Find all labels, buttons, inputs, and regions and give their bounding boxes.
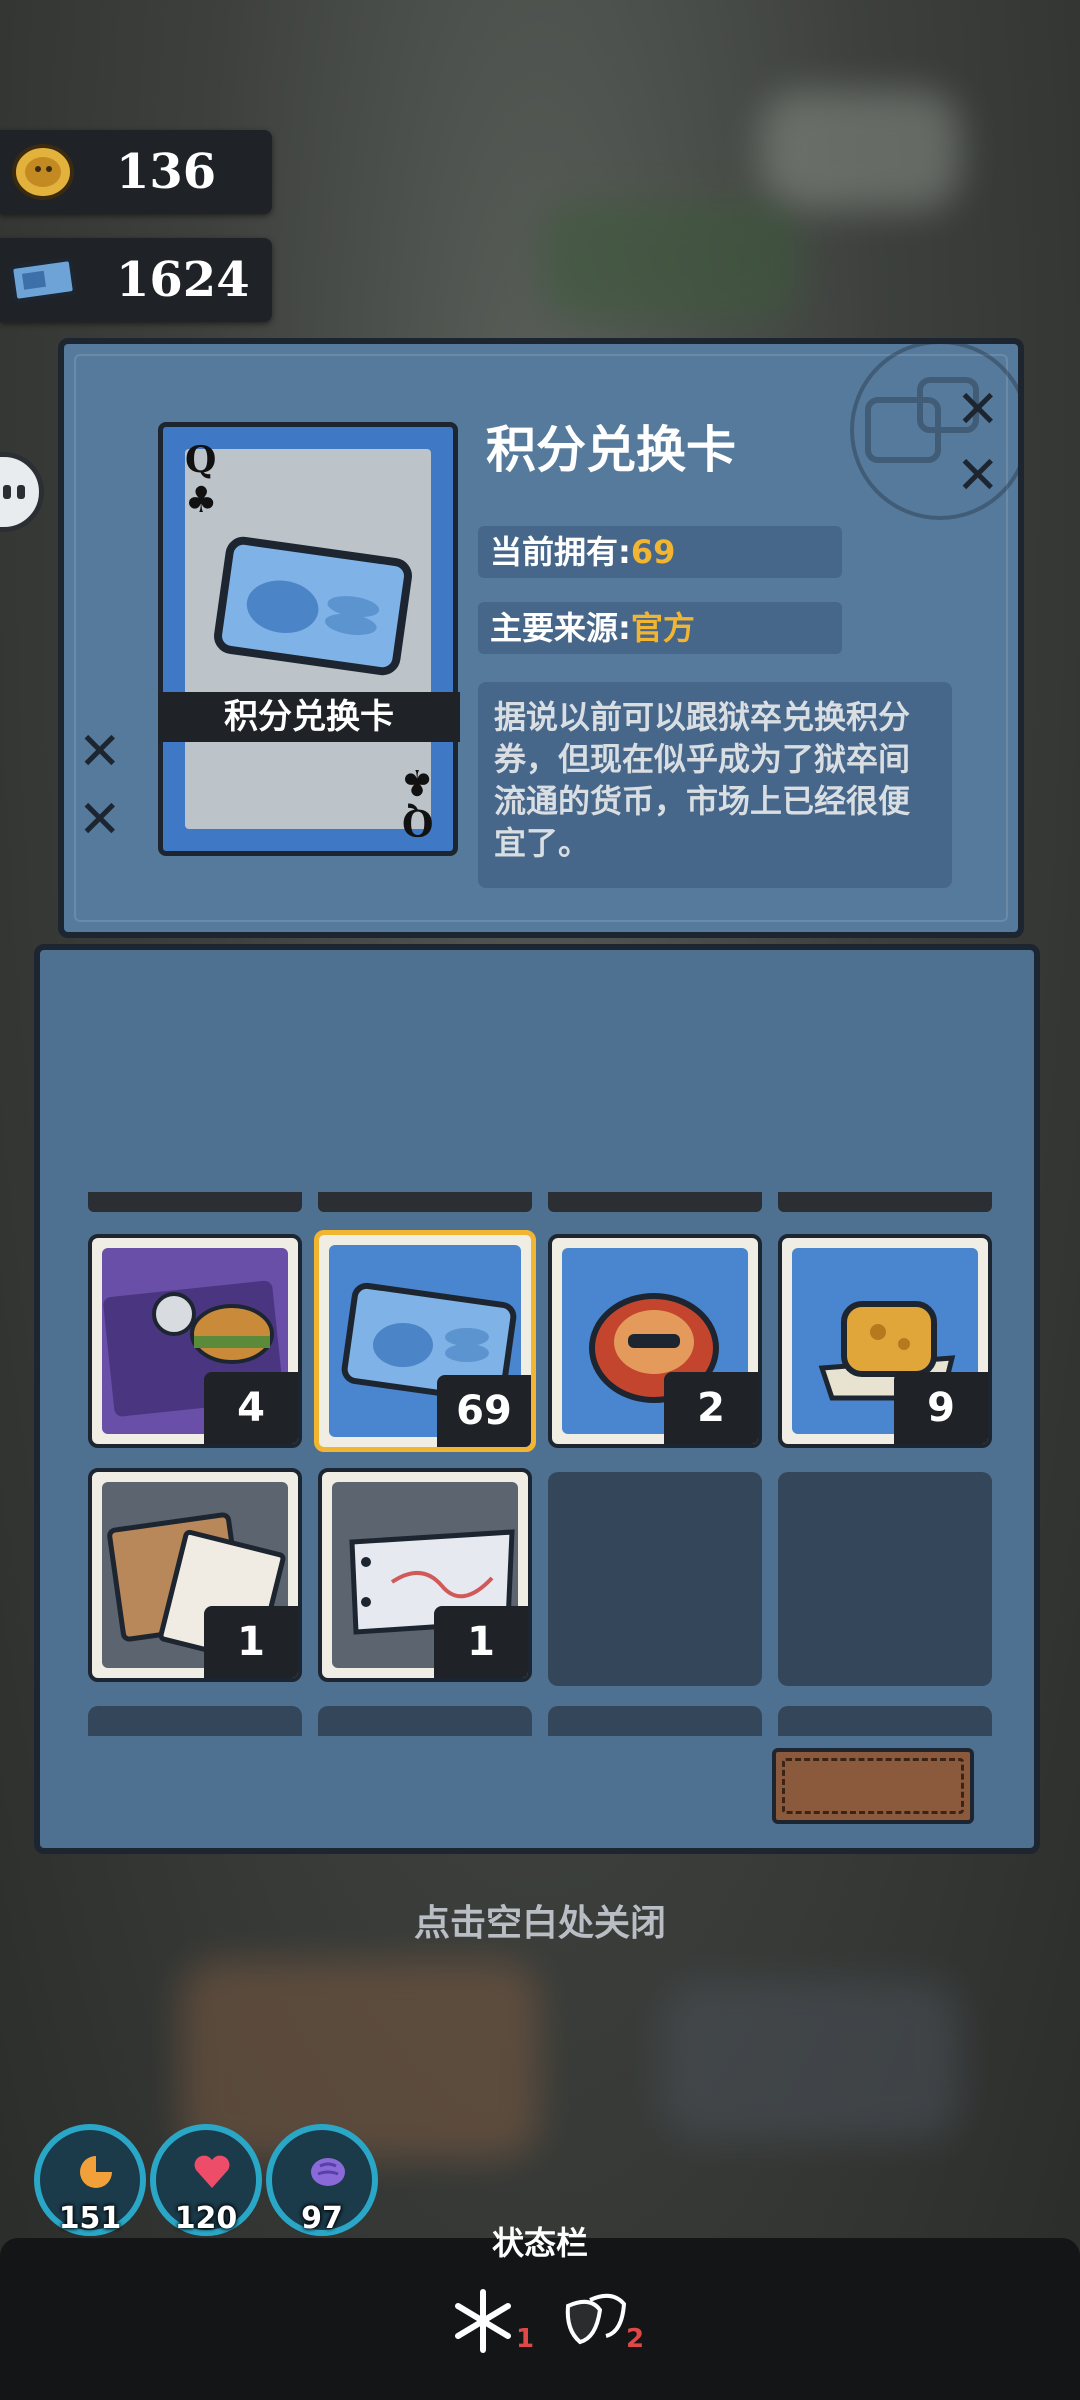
coin-count: 136: [116, 144, 217, 200]
item-description: 据说以前可以跟狱卒兑换积分券，但现在似乎成为了狱卒间流通的货币，市场上已经很便宜…: [478, 682, 952, 888]
side-menu-button[interactable]: [0, 452, 44, 532]
hunger-icon: [80, 2156, 112, 2188]
item-count: 1: [434, 1606, 528, 1678]
background-shape: [180, 1960, 540, 2160]
status-bar-label: 状态栏: [491, 2224, 588, 2262]
owned-label: 当前拥有:: [490, 533, 631, 571]
credit-card-icon: [214, 536, 412, 676]
club-suit-icon: ♣: [185, 479, 218, 521]
empty-slot[interactable]: [318, 1706, 532, 1736]
item-card: Q ♣ ♣ Q: [158, 422, 458, 856]
partial-slot[interactable]: [318, 1192, 532, 1212]
item-title: 积分兑换卡: [486, 421, 736, 479]
ticket-count: 1624: [116, 252, 250, 308]
owned-value: 69: [630, 533, 676, 571]
ticket-counter: 1624: [0, 238, 272, 322]
source-row: 主要来源:官方: [478, 602, 842, 654]
inventory-slot[interactable]: 1: [318, 1468, 532, 1682]
inventory-slot[interactable]: 9: [778, 1234, 992, 1448]
owned-row: 当前拥有:69: [478, 526, 842, 578]
x-mark-icon: ✕: [78, 790, 122, 850]
x-mark-icon: ✕: [78, 722, 122, 782]
item-count: 2: [664, 1372, 758, 1444]
partial-slot[interactable]: [548, 1192, 762, 1212]
empty-slot[interactable]: [548, 1472, 762, 1686]
snowflake-count: 1: [516, 2324, 535, 2354]
wood-action-button[interactable]: [772, 1748, 974, 1824]
brain-icon: [311, 2158, 345, 2186]
snowflake-icon[interactable]: [448, 2286, 518, 2356]
close-hint-text[interactable]: 点击空白处关闭: [0, 1894, 1080, 1946]
heart-icon: [194, 2155, 230, 2188]
empty-slot[interactable]: [548, 1706, 762, 1736]
partial-slot[interactable]: [88, 1192, 302, 1212]
card-name-label: 积分兑换卡: [158, 692, 460, 742]
item-count: 4: [204, 1372, 298, 1444]
inventory-slot[interactable]: 1: [88, 1468, 302, 1682]
card-rank-top: Q: [185, 439, 217, 481]
inventory-slot[interactable]: 2: [548, 1234, 762, 1448]
item-count: 9: [894, 1372, 988, 1444]
empty-slot[interactable]: [778, 1706, 992, 1736]
source-label: 主要来源:: [490, 609, 631, 647]
club-suit-icon: ♣: [400, 761, 433, 803]
item-card-face: [185, 449, 431, 829]
empty-slot[interactable]: [778, 1472, 992, 1686]
coin-counter: 136: [0, 130, 272, 214]
inventory-slot-selected[interactable]: 69: [314, 1230, 536, 1452]
coin-icon: [8, 141, 78, 203]
theater-mask-icon[interactable]: [560, 2286, 630, 2356]
item-count: 69: [437, 1375, 531, 1447]
ticket-icon: [8, 249, 78, 311]
background-shape: [540, 200, 800, 320]
theater-mask-count: 2: [626, 2324, 645, 2354]
item-count: 1: [204, 1606, 298, 1678]
source-value: 官方: [630, 609, 695, 647]
empty-slot[interactable]: [88, 1706, 302, 1736]
card-rank-bottom: Q: [401, 801, 433, 843]
background-shape: [760, 90, 960, 210]
background-shape: [660, 1980, 960, 2140]
partial-slot[interactable]: [778, 1192, 992, 1212]
clover-emblem-icon: [850, 340, 1020, 520]
inventory-slot[interactable]: 4: [88, 1234, 302, 1448]
